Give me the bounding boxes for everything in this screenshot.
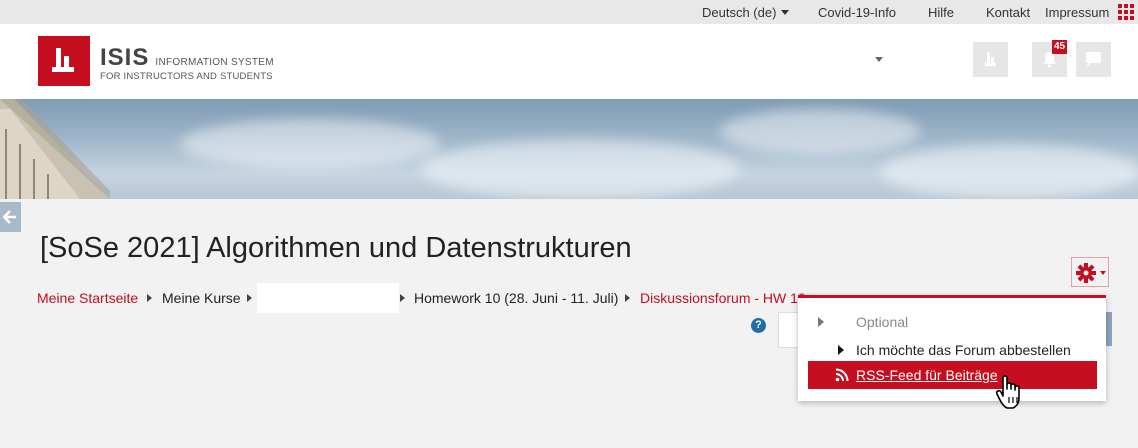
actions-dropdown-menu: Optional Ich möchte das Forum abbestelle…: [798, 295, 1106, 401]
help-link[interactable]: Hilfe: [928, 5, 954, 20]
page-title: [SoSe 2021] Algorithmen und Datenstruktu…: [40, 232, 632, 264]
actions-menu-button[interactable]: [1071, 257, 1109, 287]
top-utility-bar: Deutsch (de) Covid-19-Info Hilfe Kontakt…: [0, 0, 1138, 24]
menu-item-unsubscribe[interactable]: Ich möchte das Forum abbestellen: [808, 336, 1097, 364]
isis-icon: [985, 52, 996, 66]
menu-item-label: RSS-Feed für Beiträge: [856, 367, 998, 383]
covid-info-link[interactable]: Covid-19-Info: [818, 5, 896, 20]
chevron-right-icon: [625, 294, 630, 302]
chat-icon: [1086, 52, 1101, 67]
breadcrumb-course-link-redacted[interactable]: [257, 283, 399, 313]
chevron-down-icon: [1100, 271, 1106, 275]
course-banner-image: [0, 99, 1138, 199]
menu-item-optional[interactable]: Optional: [808, 308, 1097, 336]
language-selector[interactable]: Deutsch (de): [702, 5, 789, 20]
logo-subtitle-1: INFORMATION SYSTEM: [155, 57, 274, 68]
building-image: [0, 99, 110, 199]
contact-link[interactable]: Kontakt: [986, 5, 1030, 20]
chevron-right-icon: [147, 294, 152, 302]
menu-item-rss-feed[interactable]: RSS-Feed für Beiträge: [808, 361, 1097, 389]
chevron-down-icon[interactable]: [875, 57, 883, 62]
notification-count-badge: 45: [1052, 40, 1068, 54]
breadcrumb-section-link[interactable]: Homework 10 (28. Juni - 11. Juli): [414, 290, 618, 306]
chevron-right-icon: [247, 294, 252, 302]
caret-right-icon: [838, 345, 844, 355]
arrow-left-icon: [3, 210, 16, 224]
isis-logo-icon[interactable]: [38, 36, 90, 86]
breadcrumb-my-courses-link[interactable]: Meine Kurse: [162, 290, 241, 306]
caret-right-icon: [818, 317, 824, 327]
breadcrumb-forum-link[interactable]: Diskussionsforum - HW 10: [640, 290, 806, 306]
logo-text[interactable]: ISIS INFORMATION SYSTEM FOR INSTRUCTORS A…: [100, 44, 274, 82]
hand-cursor-icon: [995, 375, 1020, 409]
messages-button[interactable]: [1076, 42, 1111, 77]
site-header: ISIS INFORMATION SYSTEM FOR INSTRUCTORS A…: [0, 24, 1138, 99]
menu-item-label: Optional: [856, 314, 909, 330]
help-icon[interactable]: ?: [751, 318, 766, 333]
drawer-toggle-button[interactable]: [0, 202, 21, 232]
menu-item-label: Ich möchte das Forum abbestellen: [856, 342, 1071, 358]
chevron-right-icon: [400, 294, 405, 302]
logo-name: ISIS: [100, 44, 150, 71]
breadcrumb-home-link[interactable]: Meine Startseite: [37, 290, 138, 306]
gear-icon: [1076, 263, 1096, 283]
logo-subtitle-2: FOR INSTRUCTORS AND STUDENTS: [100, 71, 273, 82]
grid-icon[interactable]: [1118, 4, 1134, 20]
isis-button[interactable]: [973, 42, 1008, 77]
imprint-link[interactable]: Impressum: [1045, 5, 1109, 20]
rss-icon: [835, 368, 849, 382]
